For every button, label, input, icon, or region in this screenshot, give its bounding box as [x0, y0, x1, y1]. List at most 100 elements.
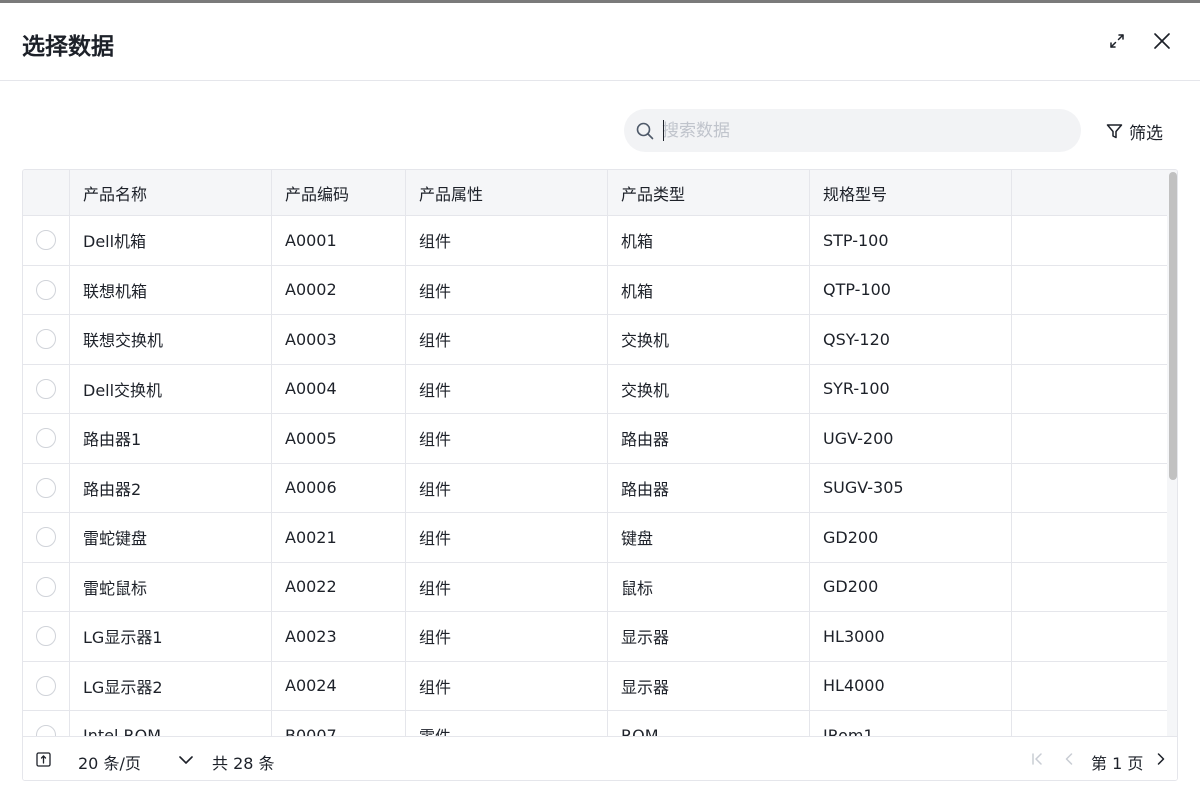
product-attribute-cell: 组件 — [406, 216, 608, 265]
search-box[interactable] — [624, 109, 1081, 152]
column-header: 规格型号 — [810, 170, 1012, 215]
table-row[interactable]: 雷蛇键盘 A0021 组件 键盘 GD200 — [23, 513, 1167, 563]
current-page: 第 1 页 — [1091, 754, 1144, 773]
scrollbar-thumb[interactable] — [1169, 172, 1177, 480]
search-input[interactable] — [662, 115, 1062, 146]
row-radio-button[interactable] — [36, 527, 56, 548]
row-select-cell — [23, 265, 70, 314]
product-attribute-cell: 组件 — [406, 612, 608, 661]
close-icon — [1154, 33, 1170, 49]
table-row[interactable]: Dell机箱 A0001 组件 机箱 STP-100 — [23, 216, 1167, 266]
product-type-cell: 键盘 — [608, 513, 810, 562]
extra-cell — [1012, 513, 1167, 562]
vertical-scrollbar[interactable] — [1167, 170, 1177, 736]
product-name-cell: 联想机箱 — [70, 265, 272, 314]
product-code-cell: A0003 — [272, 315, 406, 364]
product-code-cell: A0005 — [272, 414, 406, 463]
data-table: 产品名称 产品编码 产品属性 产品类型 规格型号 Dell机箱 A0001 组件 机箱… — [22, 169, 1178, 781]
product-type-cell: 路由器 — [608, 463, 810, 512]
row-radio-button[interactable] — [36, 230, 56, 251]
filter-button[interactable]: 筛选 — [1106, 120, 1163, 144]
page-size-value[interactable]: 20 条/页 — [78, 750, 141, 774]
product-name-cell: LG显示器2 — [70, 661, 272, 710]
row-select-cell — [23, 661, 70, 710]
extra-cell — [1012, 464, 1167, 513]
previous-page-icon[interactable] — [1061, 751, 1077, 767]
product-type-cell: 交换机 — [608, 364, 810, 413]
extra-cell — [1012, 612, 1167, 661]
spec-model-cell: GD200 — [810, 513, 1012, 562]
product-type-cell: 鼠标 — [608, 562, 810, 611]
row-radio-button[interactable] — [36, 477, 56, 498]
product-type-cell: 机箱 — [608, 265, 810, 314]
product-code-cell: A0002 — [272, 265, 406, 314]
product-attribute-cell: 组件 — [406, 513, 608, 562]
text-cursor — [663, 120, 664, 141]
table-row[interactable]: 路由器1 A0005 组件 路由器 UGV-200 — [23, 414, 1167, 464]
filter-label: 筛选 — [1129, 123, 1163, 144]
row-radio-button[interactable] — [36, 576, 56, 597]
table-row[interactable]: 路由器2 A0006 组件 路由器 SUGV-305 — [23, 463, 1167, 513]
column-header — [1012, 170, 1167, 215]
product-name-cell: Intel ROM — [70, 711, 272, 736]
product-name-cell: 雷蛇鼠标 — [70, 562, 272, 611]
table-row[interactable]: Intel ROMB0007零件ROMIRom1 — [23, 711, 1167, 736]
table-row[interactable]: 联想机箱 A0002 组件 机箱 QTP-100 — [23, 265, 1167, 315]
product-name-cell: LG显示器1 — [70, 612, 272, 661]
table-row[interactable]: LG显示器1 A0023 组件 显示器 HL3000 — [23, 612, 1167, 662]
row-radio-button[interactable] — [36, 725, 56, 736]
total-count: 共 28 条 — [212, 754, 275, 773]
header-select-cell — [23, 170, 70, 215]
spec-model-cell: GD200 — [810, 562, 1012, 611]
product-attribute-cell: 零件 — [406, 711, 608, 736]
table-row[interactable]: 联想交换机 A0003 组件 交换机 QSY-120 — [23, 315, 1167, 365]
row-radio-button[interactable] — [36, 378, 56, 399]
row-radio-button[interactable] — [36, 675, 56, 696]
spec-model-cell: SUGV-305 — [810, 463, 1012, 512]
row-radio-button[interactable] — [36, 279, 56, 300]
product-type-cell: ROM — [608, 711, 810, 736]
product-name-cell: 路由器2 — [70, 463, 272, 512]
row-radio-button[interactable] — [36, 329, 56, 350]
product-type-cell: 显示器 — [608, 612, 810, 661]
select-data-dialog: 选择数据 筛选 产品名称 产品编码 — [0, 3, 1200, 801]
product-name-cell: 路由器1 — [70, 414, 272, 463]
first-page-icon[interactable] — [1029, 751, 1045, 767]
product-attribute-cell: 组件 — [406, 315, 608, 364]
product-name-cell: 雷蛇键盘 — [70, 513, 272, 562]
table-row[interactable]: Dell交换机 A0004 组件 交换机 SYR-100 — [23, 364, 1167, 414]
row-radio-button[interactable] — [36, 626, 56, 647]
extra-cell — [1012, 315, 1167, 364]
spec-model-cell: HL3000 — [810, 612, 1012, 661]
row-select-cell — [23, 414, 70, 463]
row-select-cell — [23, 612, 70, 661]
extra-cell — [1012, 266, 1167, 315]
info-icon — [36, 752, 51, 767]
row-radio-button[interactable] — [36, 428, 56, 449]
product-code-cell: A0006 — [272, 463, 406, 512]
expand-button[interactable] — [1103, 27, 1131, 55]
table-header: 产品名称 产品编码 产品属性 产品类型 规格型号 — [23, 170, 1167, 216]
dialog-title: 选择数据 — [22, 34, 114, 60]
table-row[interactable]: LG显示器2 A0024 组件 显示器 HL4000 — [23, 661, 1167, 711]
product-code-cell: A0024 — [272, 661, 406, 710]
spec-model-cell: QTP-100 — [810, 265, 1012, 314]
column-header: 产品属性 — [406, 170, 608, 215]
close-button[interactable] — [1148, 27, 1176, 55]
extra-cell — [1012, 662, 1167, 711]
product-attribute-cell: 组件 — [406, 562, 608, 611]
extra-cell — [1012, 414, 1167, 463]
row-select-cell — [23, 513, 70, 562]
table-scroll-area[interactable]: 产品名称 产品编码 产品属性 产品类型 规格型号 Dell机箱 A0001 组件 机箱… — [23, 170, 1167, 736]
product-attribute-cell: 组件 — [406, 463, 608, 512]
chevron-down-icon[interactable] — [177, 751, 195, 769]
table-row[interactable]: 雷蛇鼠标 A0022 组件 鼠标 GD200 — [23, 562, 1167, 612]
next-page-icon[interactable] — [1153, 751, 1169, 767]
row-select-cell — [23, 315, 70, 364]
spec-model-cell: HL4000 — [810, 661, 1012, 710]
column-header: 产品名称 — [70, 170, 272, 215]
product-code-cell: A0021 — [272, 513, 406, 562]
column-header: 产品类型 — [608, 170, 810, 215]
row-select-cell — [23, 562, 70, 611]
dialog-header: 选择数据 — [0, 3, 1200, 81]
